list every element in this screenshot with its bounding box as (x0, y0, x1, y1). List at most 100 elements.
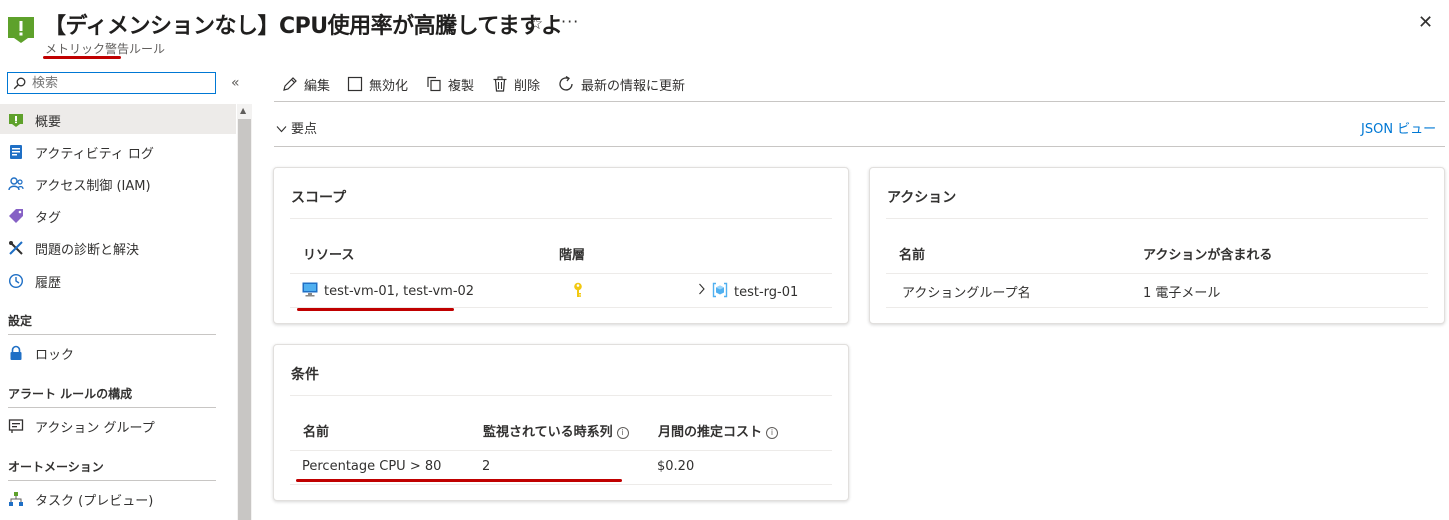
sidebar-divider (8, 480, 216, 481)
card-divider (886, 218, 1428, 219)
scope-resource-cell[interactable]: test-vm-01, test-vm-02 (302, 282, 474, 301)
close-icon[interactable]: ✕ (1418, 12, 1433, 33)
sidebar-section-alert-rule-config: アラート ルールの構成 (8, 387, 133, 401)
condition-card-title: 条件 (291, 367, 319, 383)
condition-timeseries-cell: 2 (482, 459, 491, 474)
condition-name-cell[interactable]: Percentage CPU > 80 (302, 459, 441, 474)
page-subtitle: メトリック警告ルール (45, 42, 166, 56)
overview-icon (8, 112, 24, 128)
scope-hierarchy-cell[interactable]: test-rg-01 (712, 282, 798, 302)
activity-log-icon (8, 144, 24, 160)
action-group-icon (8, 418, 24, 434)
annotation-underline-subtitle (43, 56, 121, 59)
lock-icon (8, 345, 24, 361)
sidebar-section-automation: オートメーション (8, 460, 104, 474)
search-icon (13, 77, 26, 90)
scope-resource-value: test-vm-01, test-vm-02 (324, 284, 475, 299)
condition-col-cost-label: 月間の推定コスト (658, 425, 763, 440)
condition-col-name: 名前 (303, 425, 330, 440)
history-icon (8, 273, 24, 289)
sidebar-search[interactable] (7, 72, 216, 94)
info-icon[interactable]: i (616, 426, 629, 439)
condition-col-timeseries-label: 監視されている時系列 (483, 425, 613, 440)
checkbox-icon (347, 76, 363, 92)
sidebar-item-label: 問題の診断と解決 (35, 242, 140, 258)
table-header-divider (886, 273, 1428, 274)
more-options-icon[interactable]: ··· (561, 12, 579, 31)
annotation-underline-condition (296, 479, 622, 482)
duplicate-button[interactable]: 複製 (426, 74, 474, 94)
chevron-down-icon (276, 122, 287, 137)
sidebar-item-label: ロック (35, 347, 75, 363)
condition-col-timeseries: 監視されている時系列 i (483, 421, 629, 440)
condition-card: 条件 名前 監視されている時系列 i 月間の推定コスト i Percentage C… (273, 344, 849, 501)
condition-col-cost: 月間の推定コスト i (658, 421, 779, 440)
card-divider (290, 218, 832, 219)
key-icon (572, 282, 584, 302)
annotation-underline-resource (297, 308, 454, 311)
virtual-machine-icon (302, 282, 318, 301)
toolbar-divider (274, 101, 1445, 102)
refresh-button-label: 最新の情報に更新 (581, 78, 686, 94)
sidebar-divider (8, 334, 216, 335)
refresh-button[interactable]: 最新の情報に更新 (557, 74, 685, 94)
action-count-cell[interactable]: 1 電子メール (1143, 282, 1220, 301)
sidebar-item-tasks[interactable]: タスク (プレビュー) (8, 488, 153, 510)
sidebar-item-activity-log[interactable]: アクティビティ ログ (8, 141, 154, 163)
refresh-icon (559, 75, 573, 91)
sidebar-item-label: 履歴 (35, 275, 62, 291)
sidebar-item-label: 概要 (35, 114, 62, 130)
action-col-name: 名前 (899, 248, 926, 263)
action-card-title: アクション (887, 190, 957, 206)
essentials-toggle[interactable]: 要点 (276, 118, 317, 137)
disable-button[interactable]: 無効化 (347, 74, 408, 94)
table-header-divider (290, 273, 832, 274)
sidebar-item-history[interactable]: 履歴 (8, 270, 61, 292)
delete-button[interactable]: 削除 (492, 74, 540, 94)
iam-icon (8, 176, 24, 192)
sidebar-item-label: アクション グループ (35, 420, 155, 436)
json-view-link[interactable]: JSON ビュー (1361, 118, 1436, 137)
trash-icon (493, 76, 507, 92)
scope-col-resource: リソース (303, 248, 355, 263)
scroll-up-arrow-icon[interactable]: ▲ (240, 106, 246, 115)
sidebar-item-iam[interactable]: アクセス制御 (IAM) (8, 173, 151, 195)
action-col-actions: アクションが含まれる (1143, 248, 1273, 263)
page-title: 【ディメンションなし】CPU使用率が高騰してますよ (44, 14, 563, 39)
sidebar-item-label: タスク (プレビュー) (35, 493, 154, 509)
edit-button-label: 編集 (304, 78, 331, 94)
sidebar-item-diagnose[interactable]: 問題の診断と解決 (8, 237, 139, 259)
edit-button[interactable]: 編集 (282, 74, 330, 94)
chevron-right-icon (698, 282, 706, 300)
disable-button-label: 無効化 (369, 78, 409, 94)
copy-icon (427, 76, 441, 92)
sidebar-item-lock[interactable]: ロック (8, 342, 74, 364)
table-row-divider (290, 484, 832, 485)
collapse-sidebar-icon[interactable]: « (231, 75, 240, 91)
scope-hierarchy-value: test-rg-01 (734, 284, 799, 300)
scope-col-hierarchy: 階層 (559, 248, 586, 263)
sidebar-item-tags[interactable]: タグ (8, 205, 61, 227)
wrench-icon (8, 240, 24, 256)
sidebar-item-overview[interactable]: 概要 (8, 109, 61, 131)
resource-group-icon (712, 282, 728, 302)
info-icon[interactable]: i (766, 426, 779, 439)
table-row-divider (886, 307, 1428, 308)
sidebar-scrollbar-thumb[interactable] (238, 119, 251, 520)
condition-cost-cell: $0.20 (657, 459, 695, 474)
card-divider (290, 395, 832, 396)
sidebar-item-label: アクセス制御 (IAM) (35, 178, 151, 194)
tag-icon (8, 208, 24, 224)
sidebar-item-label: タグ (35, 210, 62, 226)
sidebar-section-settings: 設定 (8, 314, 33, 328)
essentials-label: 要点 (291, 122, 318, 137)
sidebar-item-label: アクティビティ ログ (35, 146, 154, 162)
favorite-star-icon[interactable]: ☆ (528, 14, 543, 34)
action-card: アクション 名前 アクションが含まれる アクショングループ名 1 電子メール (869, 167, 1445, 324)
sidebar-search-input[interactable] (32, 74, 212, 92)
sidebar-item-action-groups[interactable]: アクション グループ (8, 415, 155, 437)
sidebar-divider (8, 407, 216, 408)
pencil-icon (283, 77, 297, 91)
task-icon (8, 491, 24, 507)
action-group-name-cell[interactable]: アクショングループ名 (902, 282, 1031, 301)
